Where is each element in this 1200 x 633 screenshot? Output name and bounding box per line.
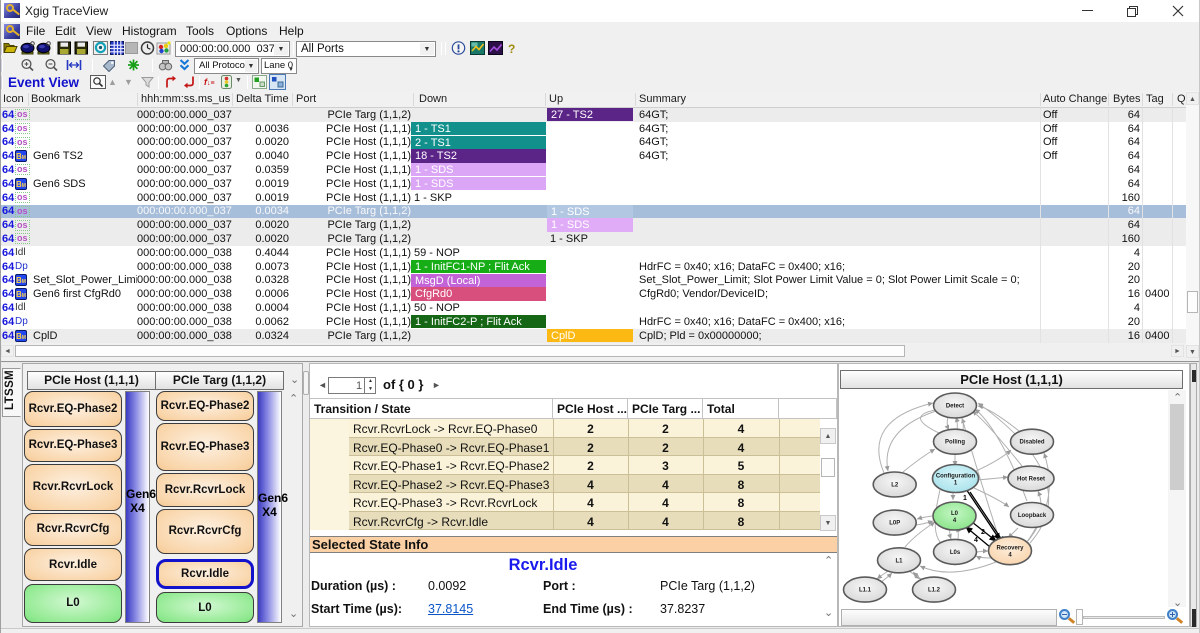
svg-text:Polling: Polling (945, 440, 965, 446)
svg-text:Loopback: Loopback (1018, 513, 1047, 519)
svg-text:Hot Reset: Hot Reset (1017, 477, 1045, 483)
svg-text:1: 1 (963, 495, 967, 502)
svg-text:2: 2 (981, 529, 985, 536)
svg-text:4: 4 (974, 537, 978, 544)
svg-text:Configuration: Configuration (936, 474, 976, 480)
svg-text:L0P: L0P (889, 521, 900, 527)
svg-text:L0: L0 (951, 511, 959, 517)
svg-text:Disabled: Disabled (1019, 440, 1044, 446)
svg-text:Detect: Detect (946, 404, 964, 410)
svg-text:L2: L2 (891, 483, 899, 489)
svg-text:L1.2: L1.2 (928, 588, 941, 594)
svg-text:L1.1: L1.1 (859, 588, 872, 594)
svg-text:L0s: L0s (950, 550, 961, 556)
svg-text:L1: L1 (895, 558, 903, 564)
svg-text:Recovery: Recovery (996, 546, 1024, 552)
